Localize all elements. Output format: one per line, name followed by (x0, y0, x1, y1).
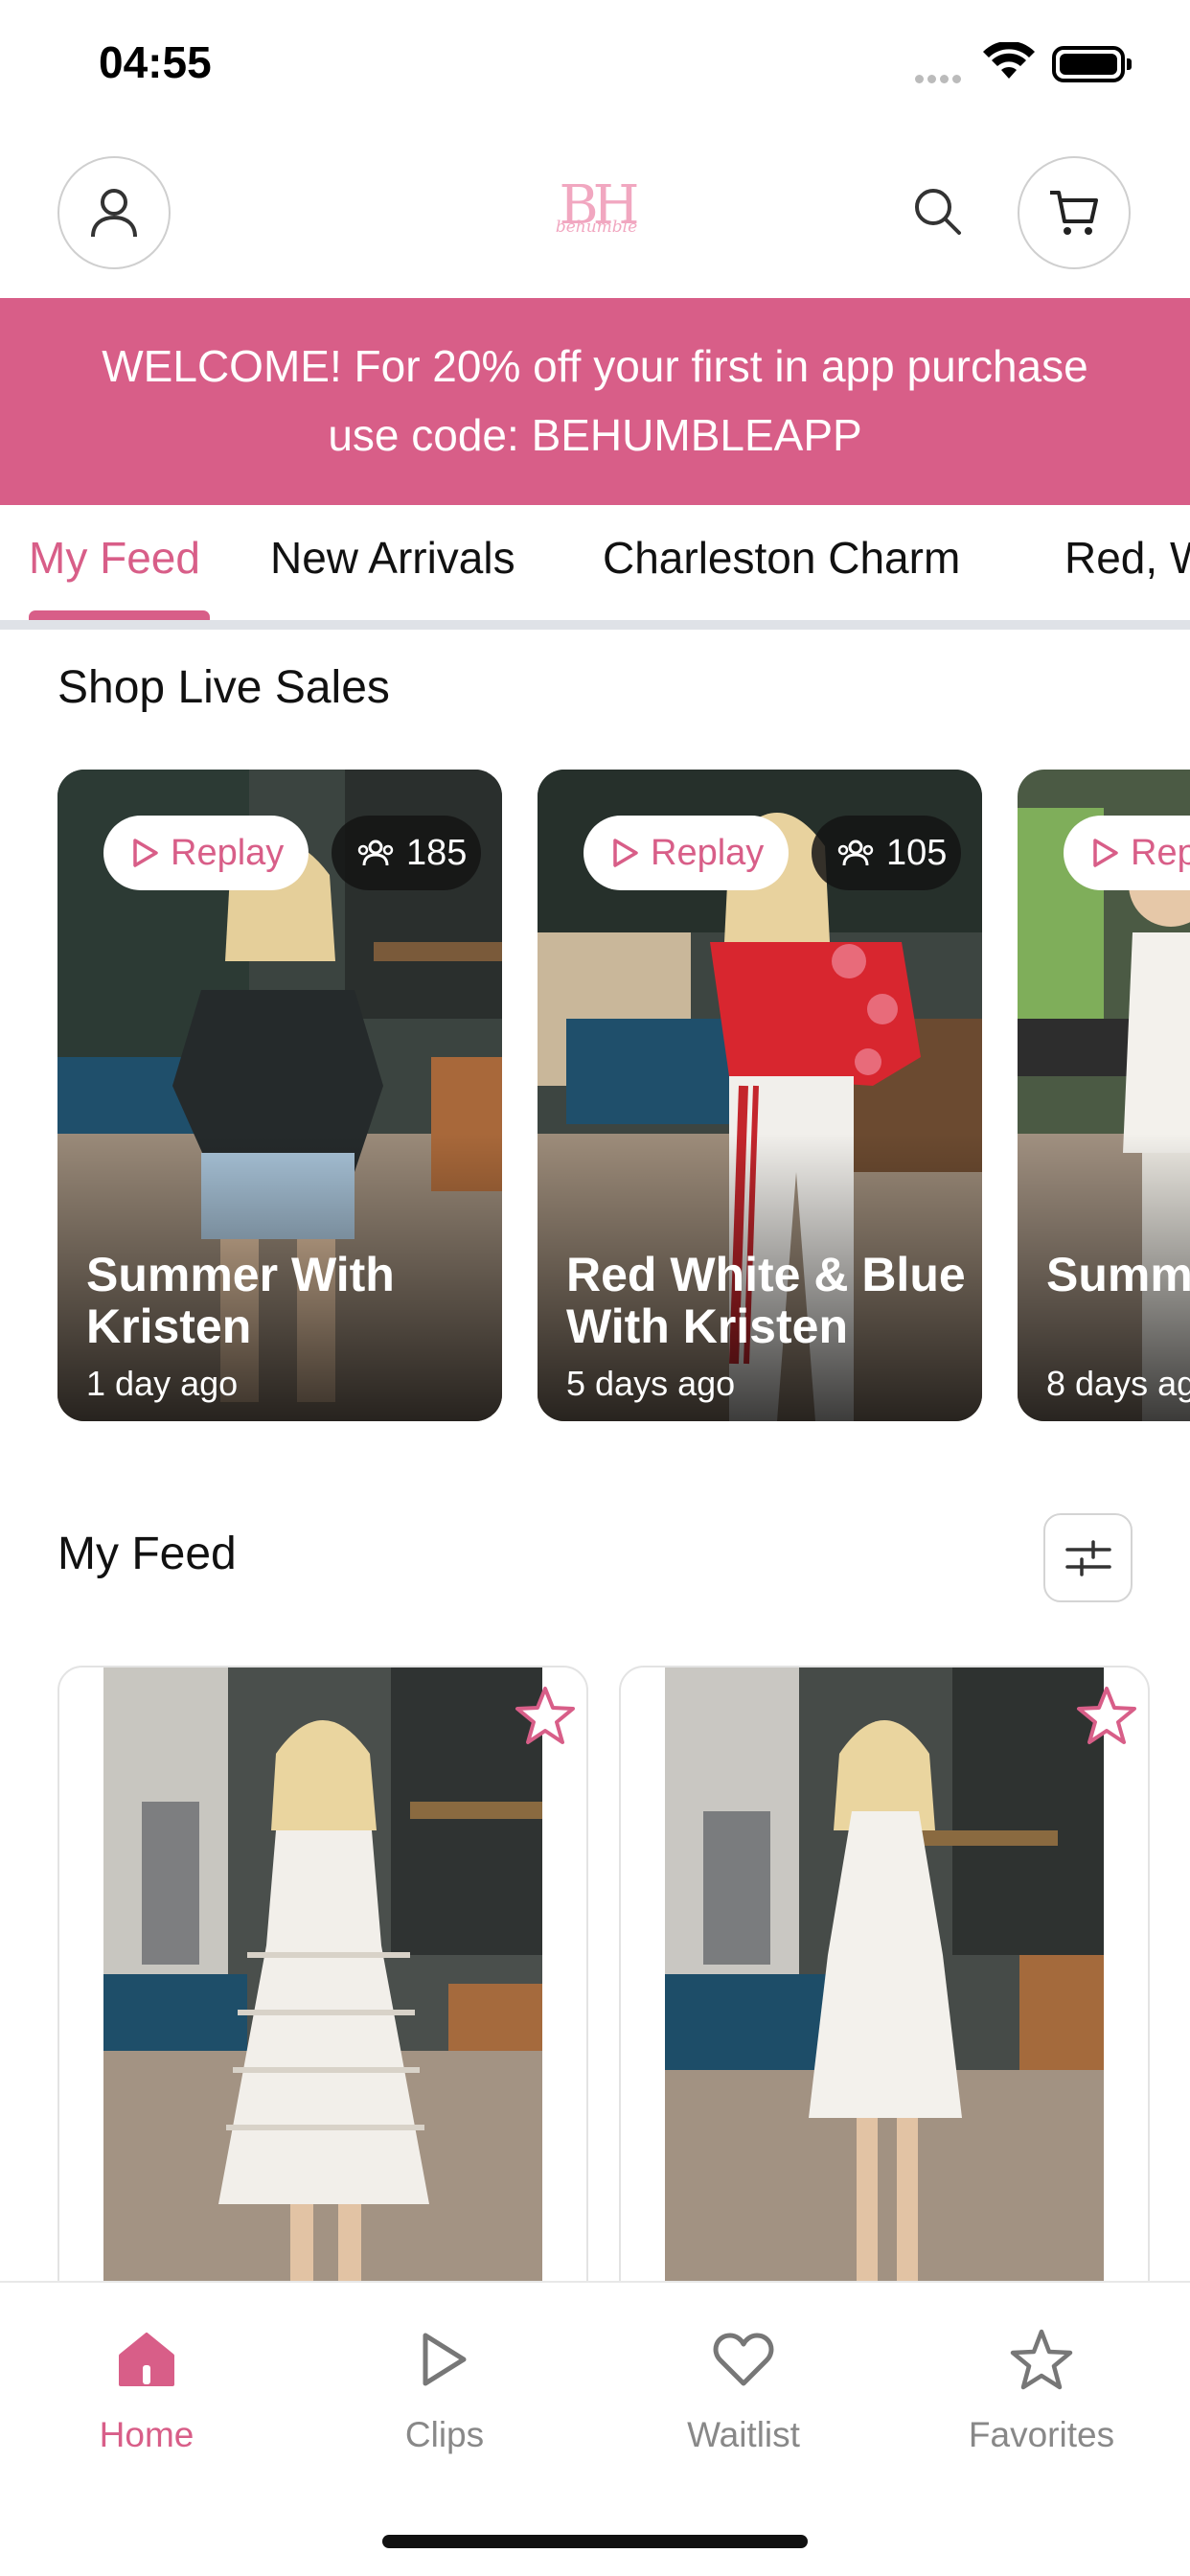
live-sale-title: Red White & Blue With Kristen (566, 1248, 966, 1353)
signal-icon (915, 71, 965, 88)
product-image (665, 1668, 1104, 2334)
nav-clips[interactable]: Clips (349, 2321, 540, 2455)
category-tabs: My Feed New Arrivals Charleston Charm Re… (0, 505, 1190, 630)
live-sale-title: Summe Mornin (1046, 1248, 1190, 1301)
replay-label: Rep (1131, 832, 1190, 873)
favorite-star-icon[interactable] (514, 1685, 577, 1746)
live-sale-time: 5 days ago (566, 1364, 736, 1403)
product-card[interactable] (619, 1666, 1150, 2336)
tab-new-arrivals[interactable]: New Arrivals (270, 532, 515, 584)
play-icon (133, 839, 158, 867)
profile-icon (91, 189, 137, 238)
favorite-star-icon[interactable] (1075, 1685, 1138, 1746)
filter-sliders-icon (1064, 1539, 1111, 1576)
battery-icon (1052, 46, 1132, 82)
live-sale-card[interactable]: Replay 105 Red White & Blue With Kristen… (538, 770, 982, 1421)
tab-red-white[interactable]: Red, W (1064, 532, 1190, 584)
heart-icon (713, 2333, 774, 2386)
live-sale-card[interactable]: Rep Summe Mornin 8 days ag (1018, 770, 1190, 1421)
promo-banner-line2: use code: BEHUMBLEAPP (328, 410, 862, 460)
nav-clips-label: Clips (404, 2415, 485, 2454)
replay-label: Replay (651, 832, 765, 873)
filter-button[interactable] (1043, 1513, 1133, 1602)
viewer-count-badge: 105 (812, 816, 961, 890)
status-bar: 04:55 (0, 0, 1190, 134)
viewers-icon (357, 840, 394, 866)
bottom-navigation: Home Clips Waitlist Favorites (0, 2281, 1190, 2576)
brand-logo[interactable]: BH behumble (541, 177, 652, 254)
product-image (103, 1668, 542, 2334)
active-tab-indicator (29, 610, 210, 620)
viewer-count-badge: 185 (332, 816, 481, 890)
live-sales-title: Shop Live Sales (57, 662, 390, 713)
nav-waitlist-label: Waitlist (687, 2415, 800, 2454)
star-icon (1010, 2329, 1073, 2390)
nav-waitlist[interactable]: Waitlist (648, 2321, 839, 2455)
top-header: BH behumble (0, 144, 1190, 297)
viewer-count: 105 (886, 832, 948, 873)
cart-button[interactable] (1018, 156, 1131, 269)
live-sale-time: 8 days ag (1046, 1364, 1190, 1403)
live-sale-card-clip: Rep Summe Mornin 8 days ag (1018, 770, 1190, 1421)
replay-badge[interactable]: Replay (584, 816, 789, 890)
nav-home-label: Home (99, 2415, 195, 2454)
home-indicator (382, 2535, 808, 2548)
wifi-icon (983, 42, 1035, 79)
viewer-count: 185 (406, 832, 468, 873)
play-icon (1093, 839, 1118, 867)
replay-badge[interactable]: Replay (103, 816, 309, 890)
nav-favorites-label: Favorites (968, 2415, 1115, 2454)
profile-button[interactable] (57, 156, 171, 269)
cart-icon (1050, 191, 1098, 235)
search-icon (915, 189, 961, 235)
status-time: 04:55 (99, 37, 212, 87)
product-card[interactable] (57, 1666, 588, 2336)
tab-charleston-charm[interactable]: Charleston Charm (603, 532, 960, 584)
feed-title: My Feed (57, 1529, 237, 1579)
replay-badge[interactable]: Rep (1064, 816, 1190, 890)
nav-home[interactable]: Home (51, 2321, 242, 2455)
home-icon (119, 2333, 174, 2386)
nav-favorites[interactable]: Favorites (946, 2321, 1137, 2455)
replay-label: Replay (171, 832, 285, 873)
promo-banner[interactable]: WELCOME! For 20% off your first in app p… (0, 298, 1190, 505)
live-sale-title: Summer With Kristen (86, 1248, 395, 1353)
logo-script: behumble (555, 218, 638, 237)
play-icon (613, 839, 638, 867)
viewers-icon (837, 840, 874, 866)
play-icon (423, 2333, 467, 2386)
live-sale-time: 1 day ago (86, 1364, 239, 1403)
tab-my-feed[interactable]: My Feed (29, 532, 200, 584)
live-sale-card[interactable]: Replay 185 Summer With Kristen 1 day ago (57, 770, 502, 1421)
promo-banner-line1: WELCOME! For 20% off your first in app p… (102, 341, 1088, 391)
search-button[interactable] (908, 182, 966, 240)
